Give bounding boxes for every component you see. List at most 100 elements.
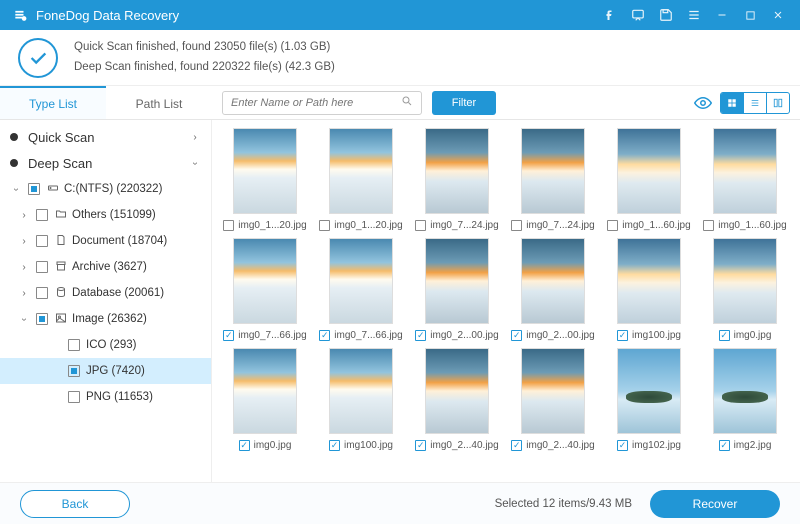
checkbox[interactable]	[223, 330, 234, 341]
checkbox[interactable]	[617, 440, 628, 451]
file-name: img0_1...20.jpg	[334, 220, 402, 231]
checkbox[interactable]	[223, 220, 234, 231]
checkbox[interactable]	[415, 220, 426, 231]
thumbnail[interactable]	[233, 238, 297, 324]
file-item[interactable]: img0.jpg	[698, 238, 792, 344]
section-deep-scan[interactable]: Deep Scan ›	[0, 150, 211, 176]
checkbox[interactable]	[329, 440, 340, 451]
file-item[interactable]: img0_1...60.jpg	[698, 128, 792, 234]
back-button[interactable]: Back	[20, 490, 130, 518]
database-label: Database (20061)	[72, 287, 164, 299]
feedback-icon[interactable]	[624, 1, 652, 29]
tab-path-list[interactable]: Path List	[106, 86, 212, 119]
checkbox[interactable]	[36, 313, 48, 325]
thumbnail[interactable]	[329, 348, 393, 434]
checkbox[interactable]	[319, 220, 330, 231]
checkbox[interactable]	[68, 391, 80, 403]
thumbnail[interactable]	[521, 238, 585, 324]
thumbnail[interactable]	[521, 128, 585, 214]
thumbnail[interactable]	[329, 128, 393, 214]
file-item[interactable]: img2.jpg	[698, 348, 792, 454]
checkbox[interactable]	[36, 287, 48, 299]
file-name: img102.jpg	[632, 440, 681, 451]
file-item[interactable]: img0.jpg	[218, 348, 312, 454]
checkbox[interactable]	[511, 220, 522, 231]
file-item[interactable]: img0_1...60.jpg	[602, 128, 696, 234]
tree-ico[interactable]: ICO (293)	[0, 332, 211, 358]
checkbox[interactable]	[36, 209, 48, 221]
checkbox[interactable]	[511, 440, 522, 451]
thumbnail[interactable]	[233, 128, 297, 214]
file-item[interactable]: img100.jpg	[314, 348, 408, 454]
checkbox[interactable]	[719, 330, 730, 341]
checkbox[interactable]	[415, 440, 426, 451]
close-icon[interactable]	[764, 1, 792, 29]
tree-archive[interactable]: › Archive (3627)	[0, 254, 211, 280]
checkbox[interactable]	[239, 440, 250, 451]
search-input[interactable]	[231, 97, 401, 109]
thumbnail[interactable]	[713, 348, 777, 434]
save-icon[interactable]	[652, 1, 680, 29]
checkbox[interactable]	[68, 365, 80, 377]
tree-image[interactable]: › Image (26362)	[0, 306, 211, 332]
tree-others[interactable]: › Others (151099)	[0, 202, 211, 228]
section-quick-scan[interactable]: Quick Scan ›	[0, 124, 211, 150]
view-grid-icon[interactable]	[721, 93, 743, 113]
file-grid: img0_1...20.jpg img0_1...20.jpg img0_7...2…	[212, 120, 800, 482]
checkbox[interactable]	[607, 220, 618, 231]
checkbox[interactable]	[319, 330, 330, 341]
checkbox[interactable]	[36, 261, 48, 273]
file-item[interactable]: img0_1...20.jpg	[218, 128, 312, 234]
file-item[interactable]: img0_2...40.jpg	[506, 348, 600, 454]
thumbnail[interactable]	[617, 128, 681, 214]
thumbnail[interactable]	[617, 348, 681, 434]
file-item[interactable]: img0_2...00.jpg	[506, 238, 600, 344]
view-mode-group	[720, 92, 790, 114]
tree-png[interactable]: PNG (11653)	[0, 384, 211, 410]
file-item[interactable]: img102.jpg	[602, 348, 696, 454]
checkbox[interactable]	[617, 330, 628, 341]
preview-toggle-icon[interactable]	[692, 92, 714, 114]
search-box[interactable]	[222, 91, 422, 115]
thumbnail[interactable]	[521, 348, 585, 434]
minimize-icon[interactable]	[708, 1, 736, 29]
file-name: img0_1...20.jpg	[238, 220, 306, 231]
checkbox[interactable]	[415, 330, 426, 341]
thumbnail[interactable]	[425, 238, 489, 324]
filter-button[interactable]: Filter	[432, 91, 496, 115]
file-item[interactable]: img0_7...24.jpg	[410, 128, 504, 234]
thumbnail[interactable]	[617, 238, 681, 324]
checkbox[interactable]	[28, 183, 40, 195]
menu-icon[interactable]	[680, 1, 708, 29]
maximize-icon[interactable]	[736, 1, 764, 29]
checkbox[interactable]	[68, 339, 80, 351]
chevron-right-icon: ›	[18, 236, 30, 247]
thumbnail[interactable]	[713, 238, 777, 324]
checkbox[interactable]	[511, 330, 522, 341]
thumbnail[interactable]	[713, 128, 777, 214]
file-item[interactable]: img100.jpg	[602, 238, 696, 344]
tree-database[interactable]: › Database (20061)	[0, 280, 211, 306]
tree-document[interactable]: › Document (18704)	[0, 228, 211, 254]
thumbnail[interactable]	[329, 238, 393, 324]
file-item[interactable]: img0_7...66.jpg	[218, 238, 312, 344]
facebook-icon[interactable]	[596, 1, 624, 29]
tree-drive[interactable]: › C:(NTFS) (220322)	[0, 176, 211, 202]
file-item[interactable]: img0_2...00.jpg	[410, 238, 504, 344]
file-item[interactable]: img0_7...66.jpg	[314, 238, 408, 344]
file-item[interactable]: img0_2...40.jpg	[410, 348, 504, 454]
thumbnail[interactable]	[425, 128, 489, 214]
checkbox[interactable]	[703, 220, 714, 231]
chevron-down-icon: ›	[19, 313, 30, 325]
view-list-icon[interactable]	[744, 93, 766, 113]
thumbnail[interactable]	[425, 348, 489, 434]
file-item[interactable]: img0_7...24.jpg	[506, 128, 600, 234]
checkbox[interactable]	[719, 440, 730, 451]
tab-type-list[interactable]: Type List	[0, 86, 106, 119]
thumbnail[interactable]	[233, 348, 297, 434]
recover-button[interactable]: Recover	[650, 490, 780, 518]
checkbox[interactable]	[36, 235, 48, 247]
tree-jpg[interactable]: JPG (7420)	[0, 358, 211, 384]
view-detail-icon[interactable]	[767, 93, 789, 113]
file-item[interactable]: img0_1...20.jpg	[314, 128, 408, 234]
